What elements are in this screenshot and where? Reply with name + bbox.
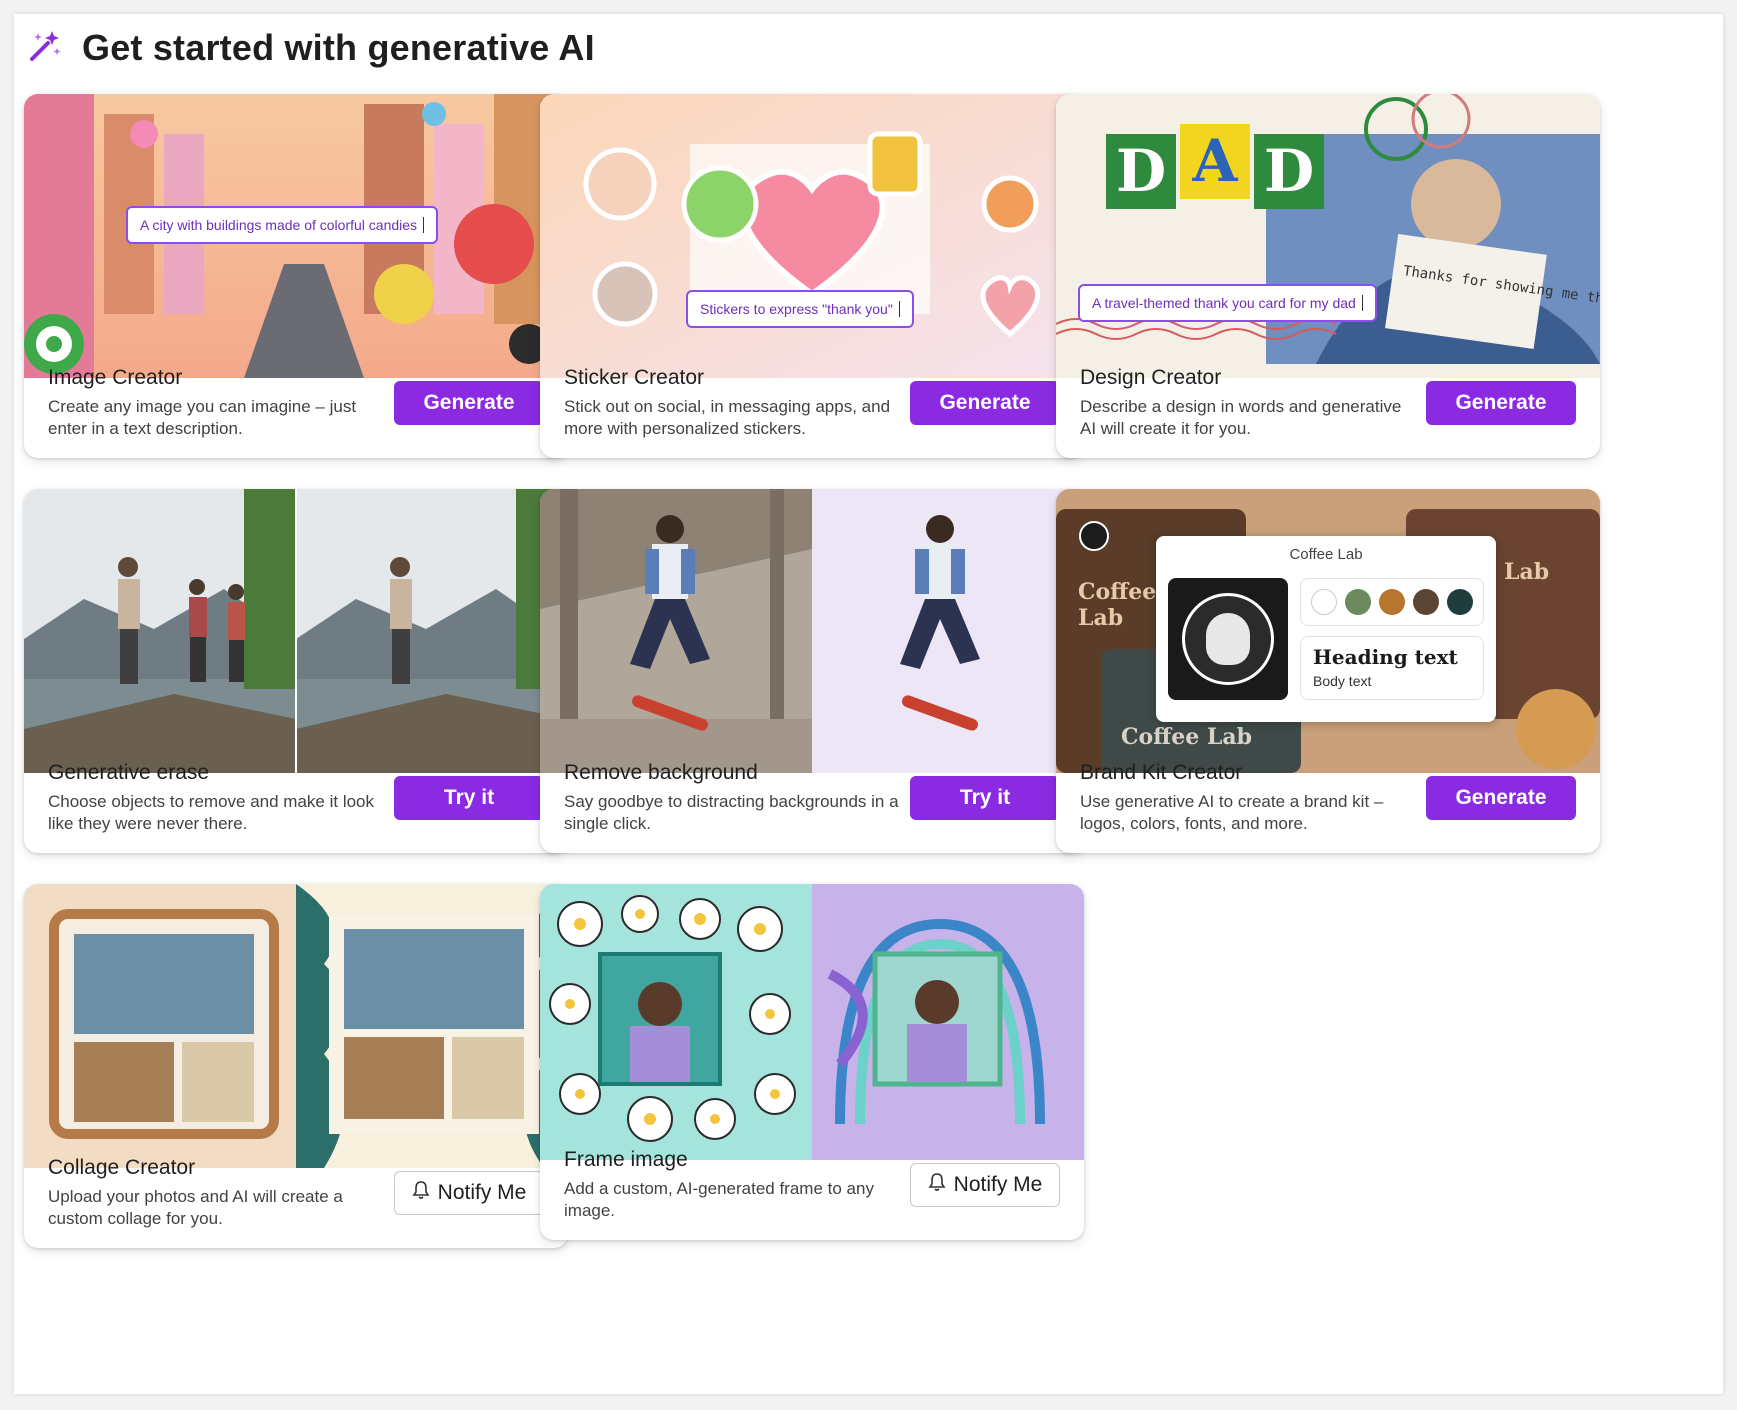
stickers-image: Stickers to express "thank you" [540,94,1084,378]
card-title: Image Creator [48,366,183,389]
card-brand-kit-creator: Coffee Lab Coffee Lab Lab Coffee Lab Hea… [1056,489,1600,853]
hikers-image [24,489,568,773]
color-swatch [1447,589,1473,615]
card-title: Design Creator [1080,366,1222,389]
gen-ai-panel: Get started with generative AI A city wi… [14,14,1723,1394]
magic-wand-icon [28,29,62,68]
card-design-creator: D A D Thanks for showing me the world. A… [1056,94,1600,458]
bell-icon [928,1172,946,1198]
notify-me-button[interactable]: Notify Me [394,1171,544,1215]
generate-button[interactable]: Generate [910,381,1060,425]
card-design-letter-d: D [1116,137,1166,205]
notify-me-button[interactable]: Notify Me [910,1163,1060,1207]
prompt-bubble: A city with buildings made of colorful c… [126,206,439,244]
page-title: Get started with generative AI [82,27,595,68]
frame-image [540,884,1084,1160]
brand-logo [1168,578,1288,700]
prompt-bubble: Stickers to express "thank you" [686,290,914,328]
card-title: Frame image [564,1148,688,1171]
skater-image [540,489,1084,773]
card-title: Remove background [564,761,758,784]
card-description: Upload your photos and AI will create a … [48,1187,343,1228]
generate-button[interactable]: Generate [1426,776,1576,820]
card-frame-image: Frame image Add a custom, AI-generated f… [540,884,1084,1240]
card-description: Add a custom, AI-generated frame to any … [564,1179,874,1220]
color-swatch [1413,589,1439,615]
heading-sample: Heading text [1313,645,1458,669]
card-description: Choose objects to remove and make it loo… [48,792,375,833]
color-swatch [1379,589,1405,615]
try-it-button[interactable]: Try it [910,776,1060,820]
generate-button[interactable]: Generate [394,381,544,425]
prompt-bubble: A travel-themed thank you card for my da… [1078,284,1377,322]
try-it-button[interactable]: Try it [394,776,544,820]
card-description: Say goodbye to distracting backgrounds i… [564,792,899,833]
card-description: Stick out on social, in messaging apps, … [564,397,891,438]
color-palette [1300,578,1484,626]
svg-text:Lab: Lab [1078,605,1123,631]
body-sample: Body text [1313,673,1372,689]
svg-text:Coffee: Coffee [1078,579,1156,605]
card-description: Create any image you can imagine – just … [48,397,357,438]
card-description: Describe a design in words and generativ… [1080,397,1402,438]
color-swatch [1311,589,1337,615]
card-title: Collage Creator [48,1156,196,1179]
card-sticker-creator: Stickers to express "thank you" Sticker … [540,94,1084,458]
section-header: Get started with generative AI [28,18,595,78]
dad-card-image: D A D Thanks for showing me the world. A… [1056,94,1600,378]
card-image-creator: A city with buildings made of colorful c… [24,94,568,458]
card-title: Generative erase [48,761,210,784]
card-remove-background: Remove background Say goodbye to distrac… [540,489,1084,853]
card-title: Brand Kit Creator [1080,761,1243,784]
font-sample: Heading text Body text [1300,636,1484,700]
notify-me-label: Notify Me [953,1173,1043,1196]
brand-kit-name: Coffee Lab [1289,546,1363,563]
bell-icon [412,1180,430,1206]
color-swatch [1345,589,1371,615]
collage-image [24,884,568,1168]
card-description: Use generative AI to create a brand kit … [1080,792,1384,833]
notify-me-label: Notify Me [437,1181,527,1204]
coffee-brand-image: Coffee Lab Coffee Lab Lab Coffee Lab Hea… [1056,489,1600,773]
card-design-letter-a: A [1191,127,1238,195]
svg-text:Lab: Lab [1504,559,1549,585]
card-title: Sticker Creator [564,366,705,389]
generate-button[interactable]: Generate [1426,381,1576,425]
card-design-letter-d2: D [1264,137,1314,205]
brand-kit-popup: Coffee Lab Heading text Body text [1156,536,1496,722]
card-generative-erase: Generative erase Choose objects to remov… [24,489,568,853]
candy-city-image: A city with buildings made of colorful c… [24,94,568,378]
card-collage-creator: Collage Creator Upload your photos and A… [24,884,568,1248]
svg-text:Coffee Lab: Coffee Lab [1121,724,1252,750]
